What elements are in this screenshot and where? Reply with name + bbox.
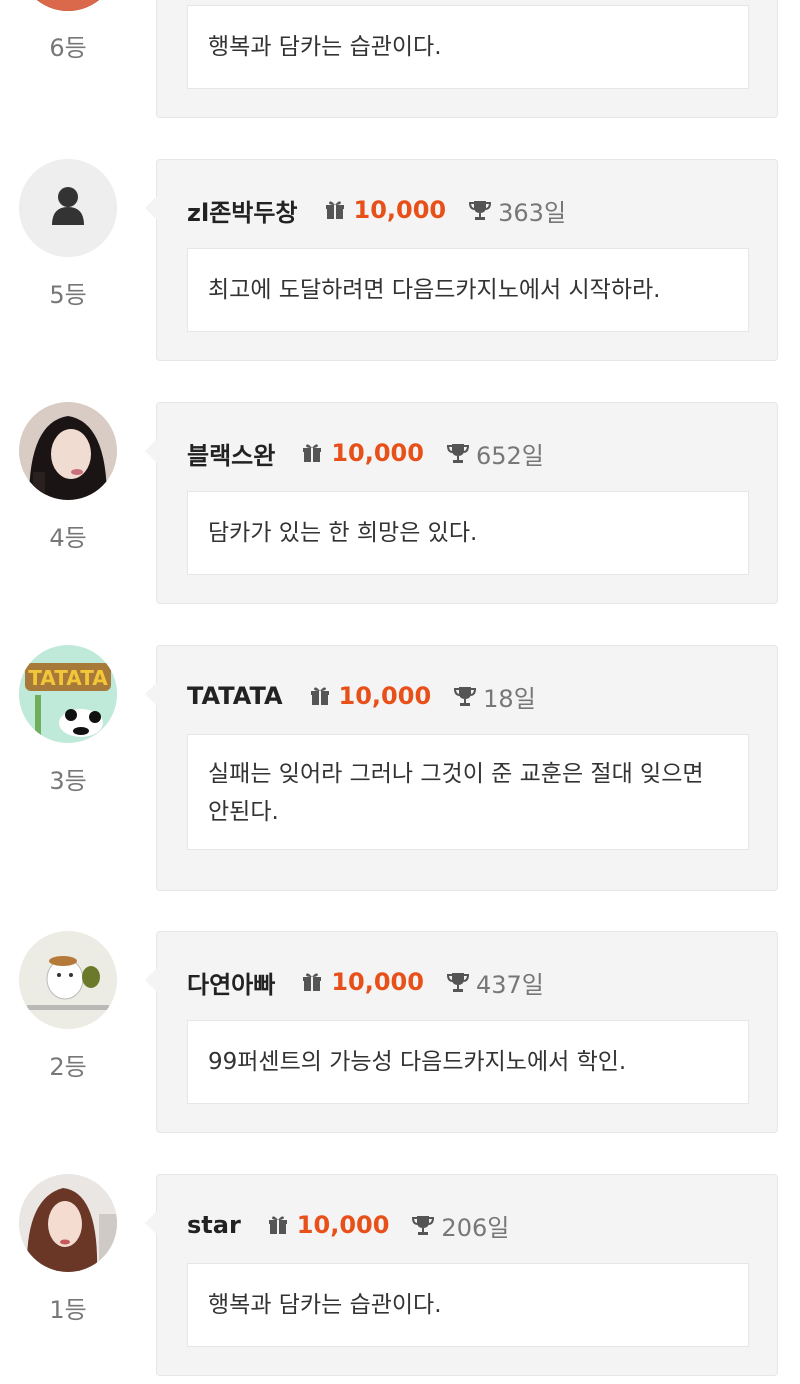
ranking-entry-5: 5등 zl존박두창 10,000 363일 최고에 도달하려면 다음드카지노에서…: [0, 159, 800, 369]
trophy-icon: [446, 441, 470, 465]
days-value: 437일: [475, 970, 544, 999]
points-value: 10,000: [296, 1211, 390, 1239]
trophy-icon: [446, 970, 470, 994]
user-avatar[interactable]: [19, 159, 117, 257]
days-value: 18일: [483, 684, 536, 713]
ranking-entry-3: TATATA 3등 TATATA 10,000 18일 실패는 잊어라 그러나 …: [0, 645, 800, 935]
trophy-icon: [468, 198, 492, 222]
portrait-avatar-image: [19, 1174, 117, 1272]
user-avatar[interactable]: [19, 1174, 117, 1272]
points-value: 10,000: [353, 196, 447, 224]
rank-label: 1등: [49, 1296, 87, 1324]
comment-message: 99퍼센트의 가능성 다음드카지노에서 학인.: [187, 1020, 749, 1104]
rank-label: 5등: [49, 281, 87, 309]
trophy-icon: [453, 684, 477, 708]
rank-label: 6등: [49, 34, 87, 62]
comment-bubble: 블랙스완 10,000 652일 담카가 있는 한 희망은 있다.: [145, 402, 778, 604]
nickname[interactable]: 다연아빠: [187, 965, 275, 1000]
avatar-text: TATATA: [28, 666, 108, 690]
ranking-entry-4: 4등 블랙스완 10,000 652일 담카가 있는 한 희망은 있다.: [0, 402, 800, 612]
comment-bubble: 다연아빠 10,000 437일 99퍼센트의 가능성 다음드카지노에서 학인.: [145, 931, 778, 1133]
gift-icon: [267, 1214, 289, 1236]
trophy-icon: [411, 1213, 435, 1237]
user-avatar[interactable]: [19, 402, 117, 500]
days-value: 363일: [498, 198, 567, 227]
user-avatar[interactable]: [19, 0, 117, 11]
comment-message: 최고에 도달하려면 다음드카지노에서 시작하라.: [187, 248, 749, 332]
comment-message: 실패는 잊어라 그러나 그것이 준 교훈은 절대 잊으면 안된다.: [187, 734, 749, 850]
days-value: 652일: [475, 441, 544, 470]
comment-bubble: star 10,000 206일 행복과 담카는 습관이다.: [145, 1174, 778, 1376]
nickname[interactable]: TATATA: [187, 682, 283, 710]
gift-icon: [324, 199, 346, 221]
photo-avatar-image: [19, 402, 117, 500]
ranking-list: 6등 행복과 담카는 습관이다. 5등 zl존박두창 10,000 363일 최…: [0, 0, 800, 1376]
nickname[interactable]: zl존박두창: [187, 193, 298, 228]
rank-label: 2등: [49, 1053, 87, 1081]
gift-icon: [301, 971, 323, 993]
points-value: 10,000: [331, 439, 424, 467]
comment-message: 행복과 담카는 습관이다.: [187, 5, 749, 89]
ranking-entry-2: 2등 다연아빠 10,000 437일 99퍼센트의 가능성 다음드카지노에서 …: [0, 931, 800, 1141]
nickname[interactable]: star: [187, 1211, 241, 1239]
rank-label: 4등: [49, 524, 87, 552]
hamster-avatar-image: [19, 931, 117, 1029]
panda-avatar-image: TATATA: [19, 645, 117, 743]
gift-icon: [301, 442, 323, 464]
comment-bubble: TATATA 10,000 18일 실패는 잊어라 그러나 그것이 준 교훈은 …: [145, 645, 778, 891]
comment-bubble: zl존박두창 10,000 363일 최고에 도달하려면 다음드카지노에서 시작…: [145, 159, 778, 361]
comment-message: 행복과 담카는 습관이다.: [187, 1263, 749, 1347]
days-value: 206일: [441, 1213, 510, 1242]
comment-bubble: 행복과 담카는 습관이다.: [156, 0, 778, 118]
points-value: 10,000: [338, 682, 432, 710]
points-value: 10,000: [331, 968, 424, 996]
user-avatar[interactable]: TATATA: [19, 645, 117, 743]
rank-label: 3등: [49, 767, 87, 795]
user-avatar[interactable]: [19, 931, 117, 1029]
person-icon: [19, 159, 117, 257]
gift-icon: [309, 685, 331, 707]
nickname[interactable]: 블랙스완: [187, 436, 275, 471]
comment-message: 담카가 있는 한 희망은 있다.: [187, 491, 749, 575]
ranking-entry-1: 1등 star 10,000 206일 행복과 담카는 습관이다.: [0, 1174, 800, 1384]
